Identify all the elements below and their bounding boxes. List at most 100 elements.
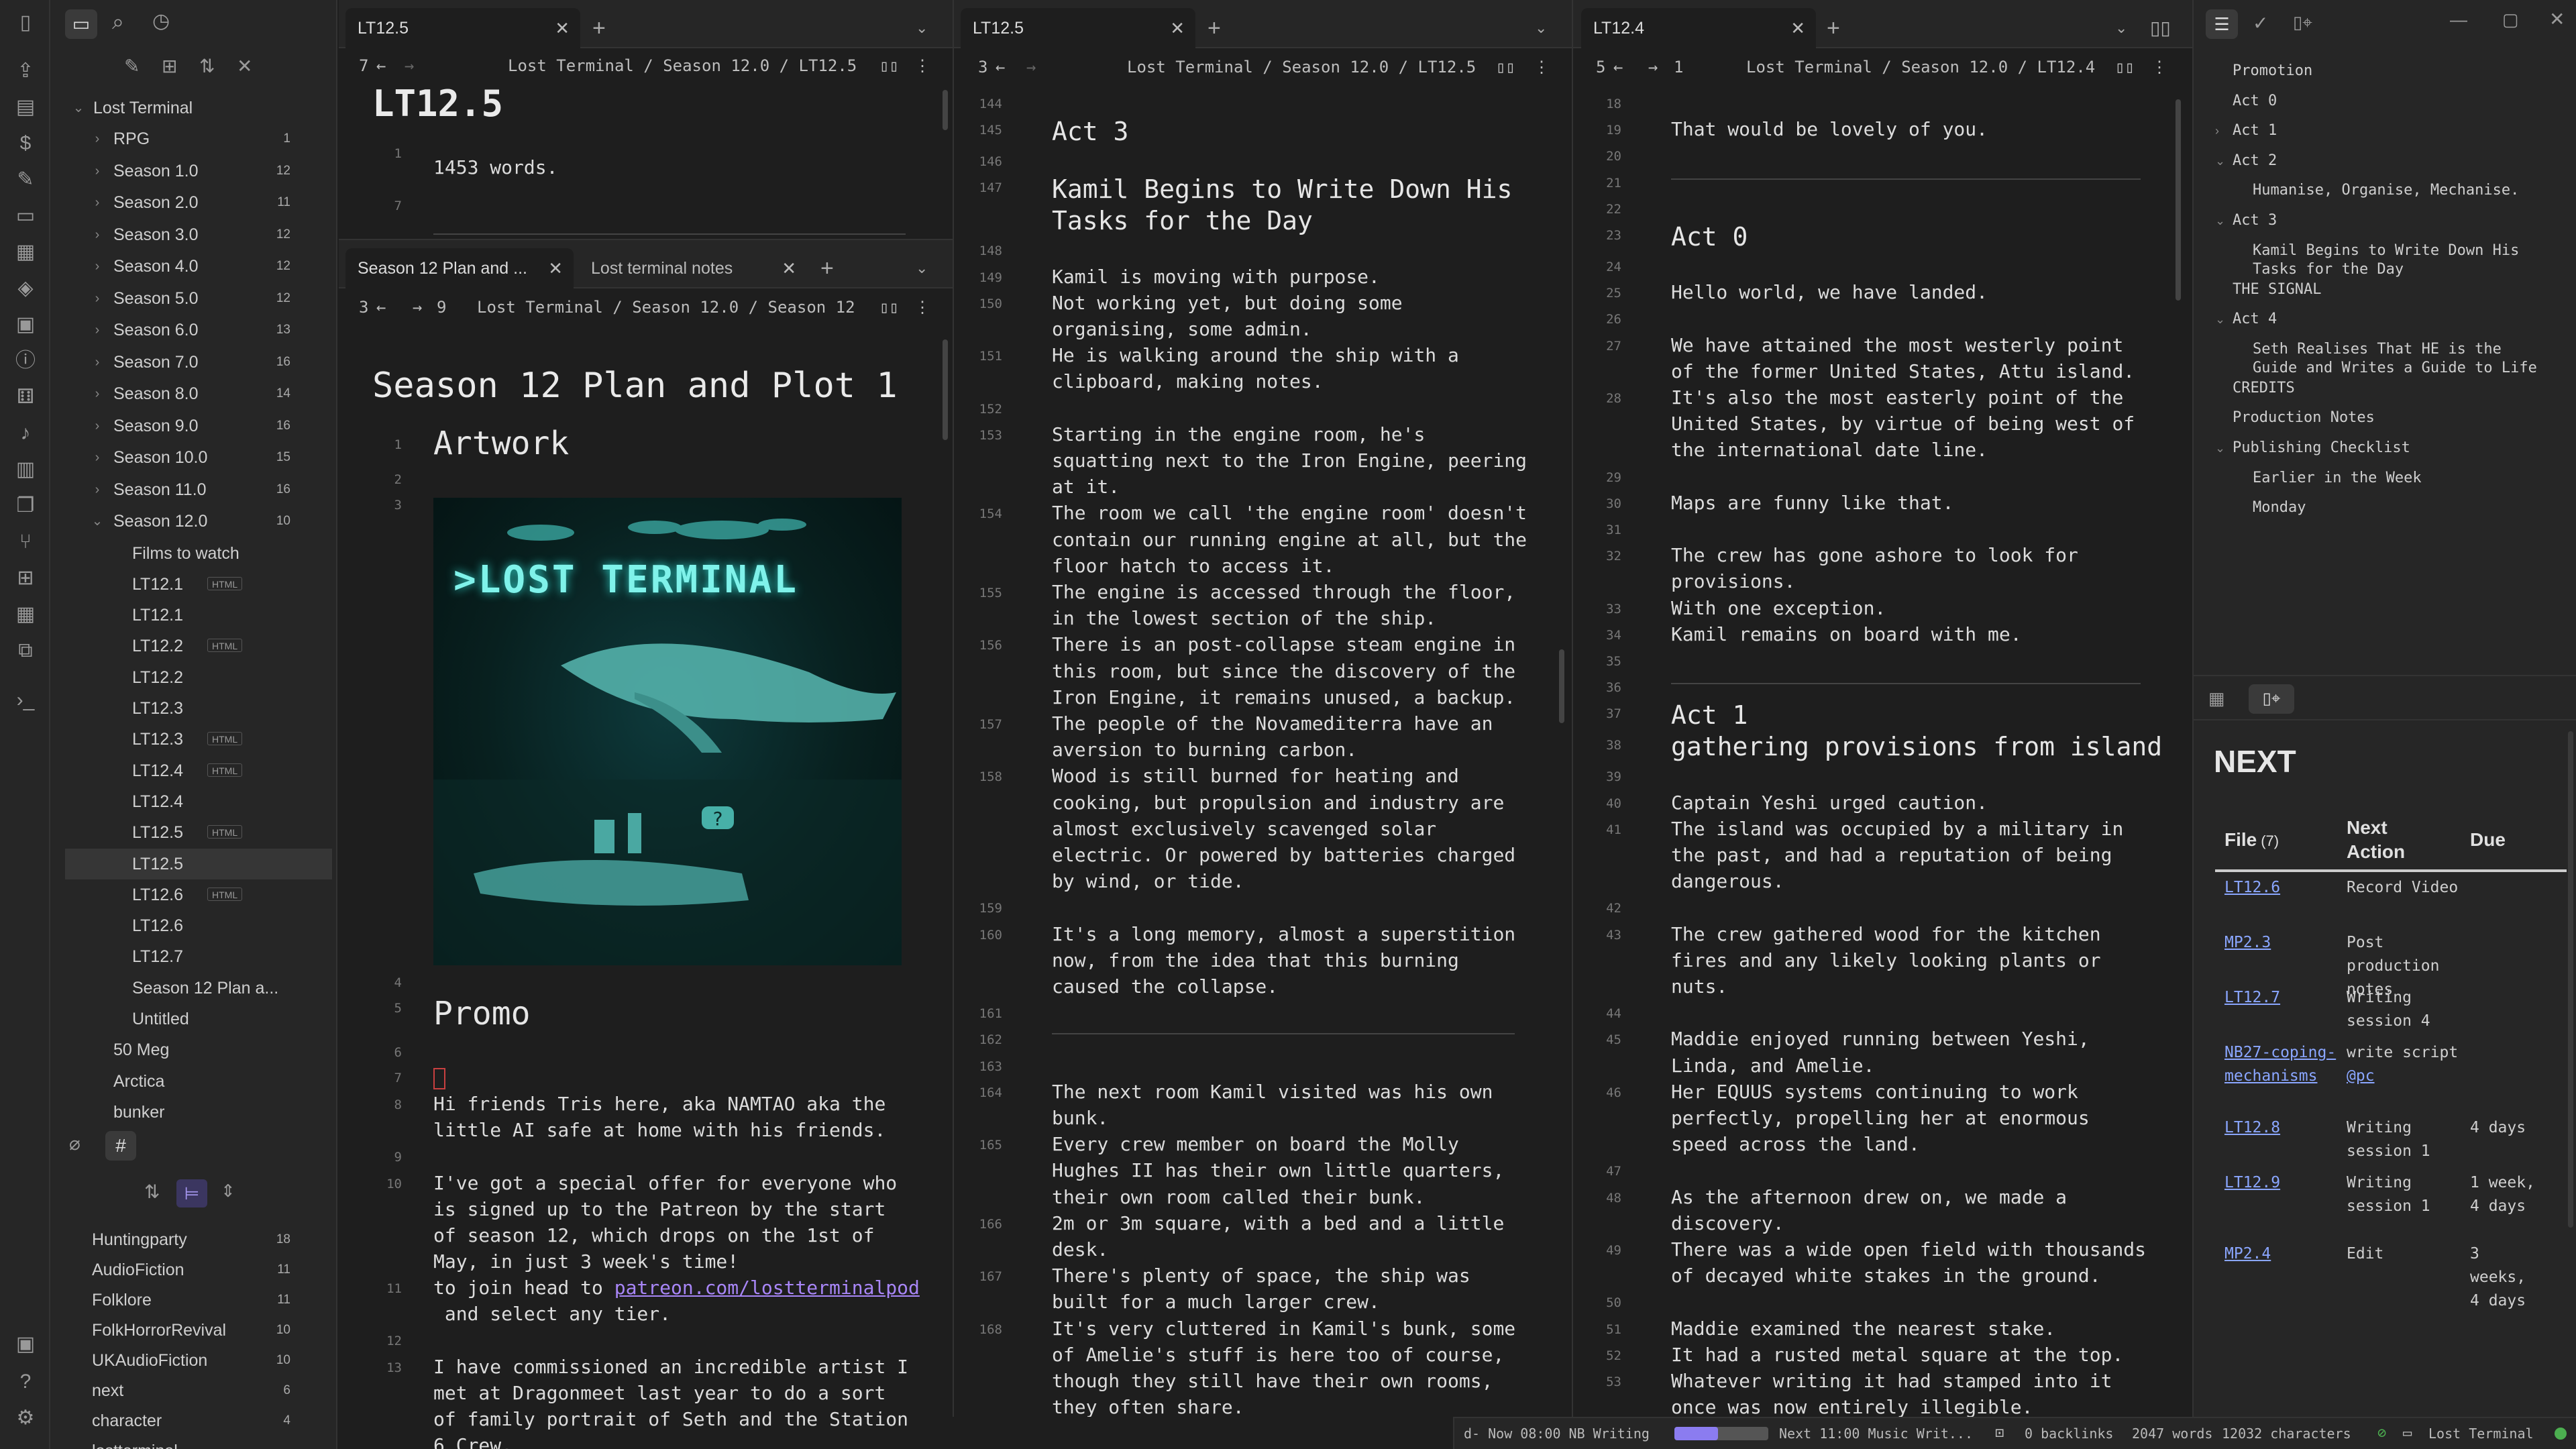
chevron-down-icon[interactable]: ⌄ bbox=[2115, 8, 2127, 48]
split-view-icon[interactable]: ▯▯ bbox=[2150, 8, 2171, 48]
more-options-icon[interactable]: ⋮ bbox=[914, 290, 930, 325]
tree-file[interactable]: LT12.3 HTML bbox=[65, 724, 332, 755]
outline-item[interactable]: Guide and Writes a Guide to Life bbox=[2253, 358, 2537, 379]
sidebar-toggle-icon[interactable]: ▯ bbox=[12, 9, 39, 36]
forward-icon[interactable]: → bbox=[1648, 50, 1658, 85]
close-icon[interactable]: ✕ bbox=[548, 248, 563, 288]
grid-icon[interactable]: ⊞ bbox=[12, 565, 39, 592]
tree-folder[interactable]: › RPG 1 bbox=[50, 123, 332, 154]
sort-tree-icon[interactable]: ⊨ bbox=[176, 1179, 207, 1208]
sync-icon[interactable]: ⊘ bbox=[2377, 1418, 2386, 1449]
terminal-icon[interactable]: ›_ bbox=[12, 687, 39, 714]
reading-mode-icon[interactable]: ▯▯ bbox=[2115, 50, 2135, 85]
tree-file[interactable]: Season 12 Plan a... bbox=[65, 973, 332, 1004]
tag-item[interactable]: character 4 bbox=[50, 1406, 332, 1436]
dice-icon[interactable]: ⚅ bbox=[12, 384, 39, 411]
presentation-icon[interactable]: ▭ bbox=[12, 203, 39, 229]
more-options-icon[interactable]: ⋮ bbox=[1534, 50, 1550, 85]
layout-icon[interactable]: ▥ bbox=[12, 456, 39, 483]
scrollbar[interactable] bbox=[1559, 649, 1564, 723]
tree-folder[interactable]: › Season 10.0 15 bbox=[50, 442, 332, 473]
settings-icon[interactable]: ⚙ bbox=[12, 1405, 39, 1432]
tree-file[interactable]: LT12.6 HTML bbox=[65, 879, 332, 910]
outline-item[interactable]: THE SIGNAL bbox=[2233, 279, 2321, 301]
file-link[interactable]: LT12.6 bbox=[2224, 876, 2339, 900]
scrollbar[interactable] bbox=[2176, 99, 2181, 301]
back-icon[interactable]: ← bbox=[376, 290, 386, 325]
tree-folder[interactable]: › Season 8.0 14 bbox=[50, 378, 332, 409]
more-options-icon[interactable]: ⋮ bbox=[2151, 50, 2167, 85]
outline-item[interactable]: Humanise, Organise, Mechanise. bbox=[2253, 180, 2519, 201]
tree-file[interactable]: LT12.3 bbox=[65, 693, 332, 724]
search-icon[interactable]: ⌕ bbox=[112, 9, 124, 35]
upload-icon[interactable]: ⇪ bbox=[12, 58, 39, 85]
reading-mode-icon[interactable]: ▯▯ bbox=[879, 290, 899, 325]
reading-mode-icon[interactable]: ▯▯ bbox=[879, 48, 899, 83]
more-options-icon[interactable]: ⋮ bbox=[914, 48, 930, 83]
status-vault[interactable]: Lost Terminal bbox=[2428, 1418, 2534, 1449]
sort-asc-icon[interactable]: ⇅ bbox=[144, 1181, 160, 1203]
tab-lt12-5[interactable]: LT12.5 ✕ bbox=[345, 8, 580, 48]
new-note-icon[interactable]: ✎ bbox=[124, 55, 140, 77]
outline-item[interactable]: Act 4 bbox=[2233, 309, 2277, 330]
close-window-icon[interactable]: ✕ bbox=[2549, 8, 2565, 30]
tab-lost-terminal-notes[interactable]: Lost terminal notes ✕ bbox=[579, 248, 807, 288]
chevron-down-icon[interactable]: ⌄ bbox=[2215, 154, 2225, 168]
pinned-note-icon[interactable]: ▯⌖ bbox=[2249, 684, 2294, 714]
forward-icon[interactable]: → bbox=[405, 48, 414, 83]
tree-file[interactable]: Untitled bbox=[65, 1004, 332, 1034]
reading-mode-icon[interactable]: ▯▯ bbox=[1496, 50, 1515, 85]
outline-item[interactable]: Monday bbox=[2253, 497, 2306, 519]
file-icon[interactable]: ▤ bbox=[12, 94, 39, 121]
tree-file[interactable]: LT12.7 bbox=[65, 941, 332, 972]
tree-file[interactable]: Arctica bbox=[50, 1066, 332, 1097]
chevron-right-icon[interactable]: › bbox=[2215, 124, 2219, 138]
tree-folder[interactable]: › Season 7.0 16 bbox=[50, 347, 332, 378]
mic-icon[interactable]: ♪ bbox=[12, 420, 39, 447]
file-link[interactable]: MP2.4 bbox=[2224, 1242, 2339, 1266]
info-icon[interactable]: ⓘ bbox=[12, 347, 39, 374]
calendar-icon[interactable]: ▦ bbox=[2208, 688, 2225, 709]
tree-file[interactable]: bunker bbox=[50, 1097, 332, 1128]
check-icon[interactable]: ✓ bbox=[2253, 12, 2268, 34]
back-icon[interactable]: ← bbox=[996, 50, 1005, 85]
tree-folder[interactable]: › Season 5.0 12 bbox=[50, 283, 332, 314]
tag-edit-icon[interactable]: ⌀ bbox=[69, 1132, 80, 1155]
tree-file[interactable]: LT12.5 bbox=[65, 848, 332, 879]
chevron-down-icon[interactable]: ⌄ bbox=[916, 8, 928, 48]
close-icon[interactable]: ✕ bbox=[782, 248, 796, 288]
outline-item[interactable]: Publishing Checklist bbox=[2233, 437, 2410, 459]
close-icon[interactable]: ✕ bbox=[555, 8, 570, 48]
help-icon[interactable]: ? bbox=[12, 1368, 39, 1395]
tree-file[interactable]: Films to watch bbox=[65, 538, 332, 569]
vault-icon[interactable]: ▣ bbox=[12, 1331, 39, 1358]
tree-folder[interactable]: › Season 1.0 12 bbox=[50, 156, 332, 186]
hashtag-icon[interactable]: # bbox=[105, 1131, 136, 1161]
file-link[interactable]: NB27-coping-mechanisms bbox=[2224, 1041, 2339, 1088]
table-icon[interactable]: ▦ bbox=[12, 239, 39, 266]
file-link[interactable]: MP2.3 bbox=[2224, 931, 2339, 955]
new-tab-icon[interactable]: + bbox=[1827, 8, 1840, 48]
tree-file[interactable]: LT12.5 HTML bbox=[65, 817, 332, 848]
tag-item[interactable]: Huntingparty 18 bbox=[50, 1225, 332, 1254]
new-tab-icon[interactable]: + bbox=[592, 8, 606, 48]
tree-file[interactable]: LT12.2 HTML bbox=[65, 631, 332, 661]
outline-item[interactable]: Production Notes bbox=[2233, 407, 2375, 429]
files-icon[interactable]: ❐ bbox=[12, 492, 39, 519]
clipboard-icon[interactable]: ▣ bbox=[12, 311, 39, 338]
chevron-down-icon[interactable]: ⌄ bbox=[2215, 441, 2225, 455]
outline-item[interactable]: Promotion bbox=[2233, 60, 2312, 82]
minimize-icon[interactable]: — bbox=[2450, 9, 2467, 30]
scrollbar[interactable] bbox=[2568, 731, 2573, 1228]
copy-icon[interactable]: ⧉ bbox=[12, 637, 39, 664]
forward-icon[interactable]: → bbox=[413, 290, 422, 325]
brush-icon[interactable]: ✎ bbox=[12, 166, 39, 193]
dollar-icon[interactable]: $ bbox=[12, 130, 39, 157]
outline-icon[interactable]: ☰ bbox=[2206, 9, 2238, 39]
chevron-down-icon[interactable]: ⌄ bbox=[2215, 313, 2225, 327]
folder-icon[interactable]: ▭ bbox=[65, 9, 97, 39]
new-tab-icon[interactable]: + bbox=[1208, 8, 1221, 48]
tree-file[interactable]: LT12.2 bbox=[65, 662, 332, 693]
scrollbar[interactable] bbox=[943, 90, 948, 130]
context-link[interactable]: @pc bbox=[2347, 1067, 2375, 1085]
